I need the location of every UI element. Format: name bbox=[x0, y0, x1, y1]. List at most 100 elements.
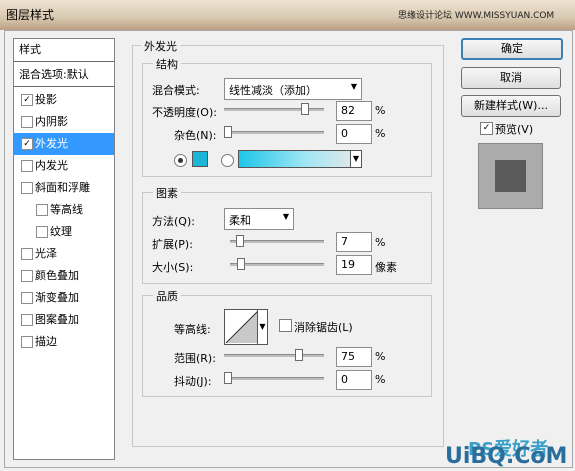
antialias-checkbox[interactable] bbox=[279, 319, 292, 332]
jitter-unit: % bbox=[375, 373, 386, 386]
style-item-checkbox[interactable] bbox=[21, 248, 33, 260]
new-style-button[interactable]: 新建样式(W)... bbox=[461, 95, 561, 117]
style-item-7[interactable]: 纹理 bbox=[14, 221, 114, 243]
size-slider[interactable] bbox=[230, 258, 324, 270]
size-input[interactable]: 19 bbox=[336, 255, 372, 275]
opacity-slider[interactable] bbox=[224, 103, 324, 115]
style-list: 样式 混合选项:默认 ✓ 投影 内阴影 ✓ 外发光 内发光 斜面和浮雕 等高线 纹理 光泽 颜色叠加… bbox=[13, 38, 115, 460]
style-item-label: 渐变叠加 bbox=[35, 291, 79, 304]
layer-style-dialog: 图层样式 思缘设计论坛 WWW.MISSYUAN.COM 样式 混合选项:默认 … bbox=[0, 0, 575, 471]
style-item-9[interactable]: 颜色叠加 bbox=[14, 265, 114, 287]
style-item-8[interactable]: 光泽 bbox=[14, 243, 114, 265]
preview-checkbox[interactable]: ✓ bbox=[480, 122, 493, 135]
style-item-label: 内发光 bbox=[35, 159, 68, 172]
style-item-4[interactable]: 内发光 bbox=[14, 155, 114, 177]
structure-title: 结构 bbox=[153, 56, 181, 72]
ok-button[interactable]: 确定 bbox=[461, 38, 563, 60]
style-item-checkbox[interactable] bbox=[21, 116, 33, 128]
size-label: 大小(S): bbox=[152, 261, 194, 274]
cancel-button[interactable]: 取消 bbox=[461, 67, 561, 89]
antialias-label: 消除锯齿(L) bbox=[294, 321, 353, 334]
noise-input[interactable]: 0 bbox=[336, 124, 372, 144]
style-item-checkbox[interactable] bbox=[21, 314, 33, 326]
panel-title: 外发光 bbox=[141, 38, 180, 54]
preview-label: 预览(V) bbox=[495, 123, 534, 136]
style-item-3[interactable]: ✓ 外发光 bbox=[14, 133, 114, 155]
preview-swatch bbox=[495, 160, 526, 192]
spread-slider[interactable] bbox=[230, 235, 324, 247]
style-item-checkbox[interactable] bbox=[36, 204, 48, 216]
spread-slider-thumb[interactable] bbox=[236, 235, 244, 247]
contour-label: 等高线: bbox=[174, 323, 211, 336]
range-unit: % bbox=[375, 350, 386, 363]
opacity-label: 不透明度(O): bbox=[152, 106, 217, 119]
style-item-12[interactable]: 描边 bbox=[14, 331, 114, 353]
method-select[interactable]: 柔和 ▼ bbox=[224, 208, 294, 230]
style-item-11[interactable]: 图案叠加 bbox=[14, 309, 114, 331]
style-item-checkbox[interactable] bbox=[21, 270, 33, 282]
range-slider-thumb[interactable] bbox=[295, 349, 303, 361]
elements-title: 图素 bbox=[153, 185, 181, 201]
gradient-radio[interactable] bbox=[221, 154, 234, 167]
style-item-1[interactable]: ✓ 投影 bbox=[14, 89, 114, 111]
jitter-label: 抖动(J): bbox=[174, 375, 212, 388]
style-item-label: 纹理 bbox=[50, 225, 72, 238]
watermark-bottom: UiBQ.CoM bbox=[445, 444, 568, 469]
style-item-2[interactable]: 内阴影 bbox=[14, 111, 114, 133]
range-slider[interactable] bbox=[224, 349, 324, 361]
style-item-label: 内阴影 bbox=[35, 115, 68, 128]
chevron-down-icon: ▼ bbox=[282, 212, 289, 221]
style-preview-box bbox=[478, 143, 543, 209]
style-item-checkbox[interactable] bbox=[36, 226, 48, 238]
jitter-input[interactable]: 0 bbox=[336, 370, 372, 390]
noise-slider-thumb[interactable] bbox=[224, 126, 232, 138]
noise-unit: % bbox=[375, 127, 386, 140]
style-item-label: 外发光 bbox=[35, 137, 68, 150]
quality-title: 品质 bbox=[153, 288, 181, 304]
gradient-preview[interactable] bbox=[238, 150, 360, 168]
style-item-label: 光泽 bbox=[35, 247, 57, 260]
range-label: 范围(R): bbox=[174, 352, 216, 365]
contour-picker[interactable] bbox=[224, 309, 260, 345]
opacity-input[interactable]: 82 bbox=[336, 101, 372, 121]
opacity-unit: % bbox=[375, 104, 386, 117]
style-item-label: 图案叠加 bbox=[35, 313, 79, 326]
style-item-5[interactable]: 斜面和浮雕 bbox=[14, 177, 114, 199]
watermark-top: 思缘设计论坛 WWW.MISSYUAN.COM bbox=[398, 11, 555, 21]
style-item-checkbox[interactable]: ✓ bbox=[21, 138, 33, 150]
spread-input[interactable]: 7 bbox=[336, 232, 372, 252]
chevron-down-icon[interactable]: ▼ bbox=[257, 309, 268, 345]
style-item-checkbox[interactable] bbox=[21, 182, 33, 194]
contour-curve-icon bbox=[225, 310, 259, 344]
opacity-slider-thumb[interactable] bbox=[301, 103, 309, 115]
style-item-checkbox[interactable]: ✓ bbox=[21, 94, 33, 106]
style-item-checkbox[interactable] bbox=[21, 336, 33, 348]
style-item-checkbox[interactable] bbox=[21, 292, 33, 304]
style-item-10[interactable]: 渐变叠加 bbox=[14, 287, 114, 309]
title-bar: 图层样式 思缘设计论坛 WWW.MISSYUAN.COM bbox=[0, 0, 575, 30]
jitter-slider[interactable] bbox=[224, 372, 324, 384]
range-input[interactable]: 75 bbox=[336, 347, 372, 367]
blend-options-item[interactable]: 混合选项:默认 bbox=[14, 64, 114, 86]
style-list-header: 样式 bbox=[19, 43, 41, 56]
style-item-label: 投影 bbox=[35, 93, 57, 106]
glow-color-swatch[interactable] bbox=[192, 151, 208, 167]
style-item-label: 斜面和浮雕 bbox=[35, 181, 90, 194]
spread-unit: % bbox=[375, 236, 386, 249]
chevron-down-icon[interactable]: ▼ bbox=[350, 150, 362, 168]
style-item-label: 等高线 bbox=[50, 203, 83, 216]
jitter-slider-thumb[interactable] bbox=[224, 372, 232, 384]
style-item-checkbox[interactable] bbox=[21, 160, 33, 172]
noise-label: 杂色(N): bbox=[174, 129, 217, 142]
blend-mode-select[interactable]: 线性减淡（添加） ▼ bbox=[224, 78, 362, 100]
solid-color-radio[interactable] bbox=[174, 154, 187, 167]
blend-mode-label: 混合模式: bbox=[152, 84, 200, 97]
noise-slider[interactable] bbox=[224, 126, 324, 138]
style-item-label: 描边 bbox=[35, 335, 57, 348]
style-item-6[interactable]: 等高线 bbox=[14, 199, 114, 221]
spread-label: 扩展(P): bbox=[152, 238, 193, 251]
size-slider-thumb[interactable] bbox=[237, 258, 245, 270]
method-label: 方法(Q): bbox=[152, 215, 195, 228]
style-item-label: 颜色叠加 bbox=[35, 269, 79, 282]
window-title: 图层样式 bbox=[6, 8, 55, 22]
